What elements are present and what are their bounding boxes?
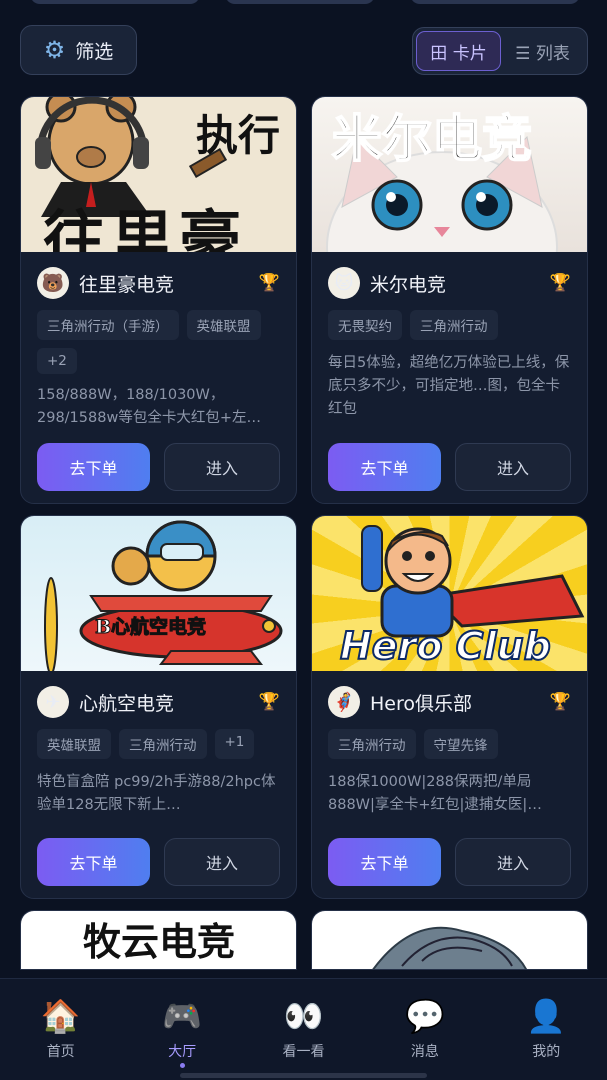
tag: 三角洲行动（手游）: [37, 310, 179, 340]
tab-lobby[interactable]: 🎮 大厅: [132, 997, 232, 1080]
tab-label: 看一看: [282, 1044, 325, 1060]
tab-home[interactable]: 🏠 首页: [11, 997, 111, 1080]
trophy-icon: 🏆: [549, 692, 571, 712]
tag-list: 三角洲行动 守望先锋: [328, 729, 571, 759]
shop-card[interactable]: 牧云电竞: [20, 910, 297, 970]
eyes-icon: 👀: [283, 997, 324, 1035]
gear-icon: ⚙: [43, 36, 66, 64]
tag-more: +2: [37, 348, 77, 374]
tag-list: 无畏契约 三角洲行动: [328, 310, 571, 340]
shop-cover-image: Hero Club: [312, 516, 587, 671]
shop-description: 188保1000W|288保两把/单局888W|享全卡+红包|逮捕女医|…: [328, 774, 542, 813]
shop-name: 米尔电竞: [370, 273, 447, 296]
shop-card[interactable]: 执行 往里豪 🐻 往里豪电竞 🏆 三角洲行动（手游） 英雄联盟 +2 158/8…: [20, 96, 297, 504]
shop-cover-image: 米尔电竞: [312, 97, 587, 252]
trophy-icon: 🏆: [258, 273, 280, 293]
enter-button[interactable]: 进入: [455, 838, 571, 886]
toolbar: ⚙ 筛选 田 卡片 ☰ 列表: [20, 25, 588, 77]
active-indicator-dot: [179, 1063, 185, 1068]
cover-text: 米尔电竞: [331, 108, 533, 169]
chat-bubble-icon: 💬: [404, 997, 445, 1035]
tag: 英雄联盟: [37, 729, 111, 759]
tag: 英雄联盟: [186, 310, 261, 340]
gamepad-icon: 🎮: [162, 997, 202, 1035]
shop-description: 特色盲盒陪 pc99/2h手游88/2hpc体验单128无限下新上…: [37, 774, 276, 813]
tag: 三角洲行动: [328, 729, 416, 759]
view-list-option[interactable]: ☰ 列表: [501, 31, 584, 71]
cover-text: 牧云电竞: [83, 919, 236, 964]
house-icon: 🏠: [40, 997, 81, 1035]
cover-text: B心航空电竞: [94, 616, 207, 639]
filter-button[interactable]: ⚙ 筛选: [20, 25, 137, 75]
shop-description: 158/888W，188/1030W，298/1588w等包全卡大红包+左…: [37, 387, 261, 426]
tag: 守望先锋: [423, 729, 498, 759]
shop-name: 往里豪电竞: [79, 273, 175, 296]
shop-avatar: 🦸: [328, 686, 360, 718]
tab-label: 消息: [410, 1044, 439, 1060]
shop-name: Hero俱乐部: [370, 692, 472, 715]
tab-messages[interactable]: 💬 消息: [375, 997, 475, 1080]
tag: 三角洲行动: [119, 729, 207, 759]
enter-button[interactable]: 进入: [164, 443, 280, 491]
enter-button[interactable]: 进入: [164, 838, 280, 886]
order-button[interactable]: 去下单: [328, 443, 441, 491]
trophy-icon: 🏆: [258, 692, 280, 712]
tab-profile[interactable]: 👤 我的: [496, 997, 596, 1080]
tab-browse[interactable]: 👀 看一看: [253, 997, 353, 1080]
tab-label: 我的: [532, 1044, 561, 1060]
shop-cover-image: [312, 911, 587, 969]
view-card-option[interactable]: 田 卡片: [416, 31, 501, 71]
cover-text: Hero Club: [339, 623, 552, 669]
home-indicator: [180, 1073, 427, 1078]
view-toggle: 田 卡片 ☰ 列表: [412, 27, 588, 75]
enter-button[interactable]: 进入: [455, 443, 571, 491]
trophy-icon: 🏆: [549, 273, 571, 293]
order-button[interactable]: 去下单: [328, 838, 441, 886]
tab-label: 首页: [46, 1044, 75, 1060]
shop-card[interactable]: Hero Club 🦸 Hero俱乐部 🏆 三角洲行动 守望先锋 188保100…: [311, 515, 588, 899]
tag-list: 三角洲行动（手游） 英雄联盟 +2: [37, 310, 280, 374]
shop-name: 心航空电竞: [79, 692, 175, 715]
bottom-tab-bar: 🏠 首页 🎮 大厅 👀 看一看 💬 消息 👤 我的: [0, 978, 607, 1080]
tag-list: 英雄联盟 三角洲行动 +1: [37, 729, 280, 759]
tab-label: 大厅: [168, 1044, 197, 1060]
shop-cover-image: B心航空电竞: [21, 516, 296, 671]
filter-label: 筛选: [75, 40, 114, 63]
cover-text: 执行: [196, 111, 281, 160]
tag-more: +1: [214, 729, 255, 759]
shop-card[interactable]: 米尔电竞 🐱 米尔电竞 🏆 无畏契约 三角洲行动 每日5体验，超绝亿万体验已上线…: [311, 96, 588, 504]
cover-text: 往里豪: [43, 203, 248, 252]
tag: 三角洲行动: [410, 310, 498, 340]
shop-avatar: ✈: [37, 686, 69, 718]
shop-description: 每日5体验，超绝亿万体验已上线，保底只多不少，可指定地…图，包全卡红包: [328, 355, 570, 417]
tag: 无畏契约: [328, 310, 402, 340]
shop-card[interactable]: B心航空电竞 ✈ 心航空电竞 🏆 英雄联盟 三角洲行动 +1 特色盲盒陪 pc9…: [20, 515, 297, 899]
order-button[interactable]: 去下单: [37, 838, 150, 886]
person-icon: 👤: [526, 997, 567, 1035]
order-button[interactable]: 去下单: [37, 443, 150, 491]
top-partial-row: [0, 0, 607, 8]
shop-cover-image: 执行 往里豪: [21, 97, 296, 252]
shop-avatar: 🐻: [37, 267, 69, 299]
shop-avatar: 🐱: [328, 267, 360, 299]
shop-cover-image: 牧云电竞: [21, 911, 296, 969]
shop-card[interactable]: [311, 910, 588, 970]
